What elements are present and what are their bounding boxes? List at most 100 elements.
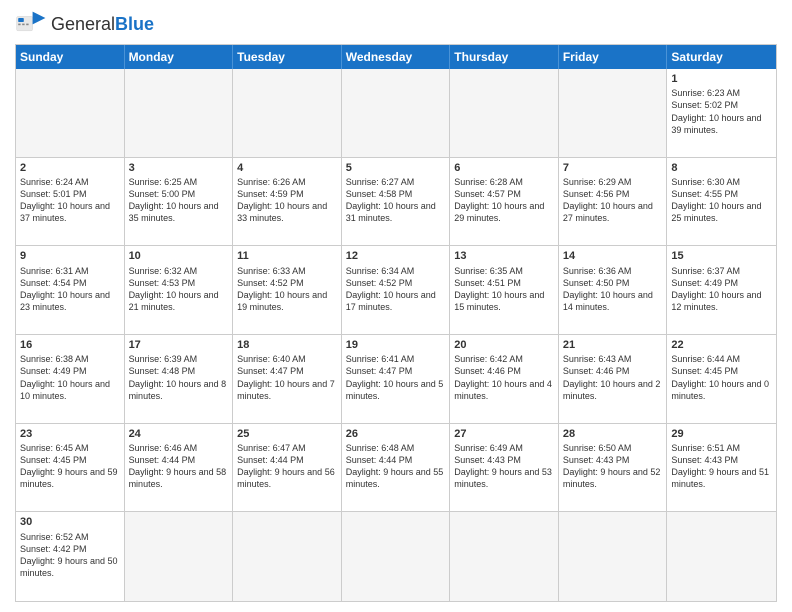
day-number: 24	[129, 427, 229, 441]
day-info: Sunrise: 6:24 AM Sunset: 5:01 PM Dayligh…	[20, 176, 120, 225]
calendar-cell	[342, 69, 451, 158]
calendar-cell	[16, 69, 125, 158]
calendar-cell: 5Sunrise: 6:27 AM Sunset: 4:58 PM Daylig…	[342, 158, 451, 247]
calendar-cell: 20Sunrise: 6:42 AM Sunset: 4:46 PM Dayli…	[450, 335, 559, 424]
day-number: 18	[237, 338, 337, 352]
calendar-cell	[342, 512, 451, 601]
day-info: Sunrise: 6:41 AM Sunset: 4:47 PM Dayligh…	[346, 353, 446, 402]
day-info: Sunrise: 6:52 AM Sunset: 4:42 PM Dayligh…	[20, 531, 120, 580]
day-number: 19	[346, 338, 446, 352]
calendar-cell: 6Sunrise: 6:28 AM Sunset: 4:57 PM Daylig…	[450, 158, 559, 247]
day-number: 12	[346, 249, 446, 263]
day-info: Sunrise: 6:45 AM Sunset: 4:45 PM Dayligh…	[20, 442, 120, 491]
day-header-tuesday: Tuesday	[233, 45, 342, 69]
day-info: Sunrise: 6:47 AM Sunset: 4:44 PM Dayligh…	[237, 442, 337, 491]
calendar-cell: 25Sunrise: 6:47 AM Sunset: 4:44 PM Dayli…	[233, 424, 342, 513]
day-info: Sunrise: 6:29 AM Sunset: 4:56 PM Dayligh…	[563, 176, 663, 225]
day-info: Sunrise: 6:44 AM Sunset: 4:45 PM Dayligh…	[671, 353, 772, 402]
day-info: Sunrise: 6:37 AM Sunset: 4:49 PM Dayligh…	[671, 265, 772, 314]
calendar-cell: 22Sunrise: 6:44 AM Sunset: 4:45 PM Dayli…	[667, 335, 776, 424]
calendar-cell: 9 Sunrise: 6:31 AM Sunset: 4:54 PM Daylig…	[16, 246, 125, 335]
calendar-cell: 19Sunrise: 6:41 AM Sunset: 4:47 PM Dayli…	[342, 335, 451, 424]
logo-icon	[15, 10, 47, 38]
calendar-cell: 18Sunrise: 6:40 AM Sunset: 4:47 PM Dayli…	[233, 335, 342, 424]
day-number: 1	[671, 72, 772, 86]
day-info: Sunrise: 6:30 AM Sunset: 4:55 PM Dayligh…	[671, 176, 772, 225]
header: GeneralBlue	[15, 10, 777, 38]
day-number: 25	[237, 427, 337, 441]
calendar: SundayMondayTuesdayWednesdayThursdayFrid…	[15, 44, 777, 602]
day-header-monday: Monday	[125, 45, 234, 69]
day-number: 22	[671, 338, 772, 352]
day-number: 26	[346, 427, 446, 441]
calendar-cell	[125, 512, 234, 601]
calendar-cell	[125, 69, 234, 158]
day-number: 20	[454, 338, 554, 352]
calendar-grid: 1Sunrise: 6:23 AM Sunset: 5:02 PM Daylig…	[16, 69, 776, 601]
calendar-cell: 27Sunrise: 6:49 AM Sunset: 4:43 PM Dayli…	[450, 424, 559, 513]
day-header-thursday: Thursday	[450, 45, 559, 69]
day-number: 5	[346, 161, 446, 175]
day-info: Sunrise: 6:25 AM Sunset: 5:00 PM Dayligh…	[129, 176, 229, 225]
day-info: Sunrise: 6:35 AM Sunset: 4:51 PM Dayligh…	[454, 265, 554, 314]
calendar-cell	[233, 69, 342, 158]
calendar-cell: 7Sunrise: 6:29 AM Sunset: 4:56 PM Daylig…	[559, 158, 668, 247]
day-number: 28	[563, 427, 663, 441]
calendar-cell: 3Sunrise: 6:25 AM Sunset: 5:00 PM Daylig…	[125, 158, 234, 247]
calendar-cell: 24Sunrise: 6:46 AM Sunset: 4:44 PM Dayli…	[125, 424, 234, 513]
day-number: 4	[237, 161, 337, 175]
day-number: 9	[20, 249, 120, 263]
day-number: 8	[671, 161, 772, 175]
day-number: 27	[454, 427, 554, 441]
day-number: 6	[454, 161, 554, 175]
day-info: Sunrise: 6:49 AM Sunset: 4:43 PM Dayligh…	[454, 442, 554, 491]
day-number: 13	[454, 249, 554, 263]
calendar-cell: 23Sunrise: 6:45 AM Sunset: 4:45 PM Dayli…	[16, 424, 125, 513]
calendar-cell: 16Sunrise: 6:38 AM Sunset: 4:49 PM Dayli…	[16, 335, 125, 424]
day-info: Sunrise: 6:27 AM Sunset: 4:58 PM Dayligh…	[346, 176, 446, 225]
calendar-cell: 2Sunrise: 6:24 AM Sunset: 5:01 PM Daylig…	[16, 158, 125, 247]
day-info: Sunrise: 6:48 AM Sunset: 4:44 PM Dayligh…	[346, 442, 446, 491]
day-number: 29	[671, 427, 772, 441]
day-header-wednesday: Wednesday	[342, 45, 451, 69]
calendar-page: GeneralBlue SundayMondayTuesdayWednesday…	[0, 0, 792, 612]
calendar-cell: 17Sunrise: 6:39 AM Sunset: 4:48 PM Dayli…	[125, 335, 234, 424]
calendar-cell: 15 Sunrise: 6:37 AM Sunset: 4:49 PM Dayli…	[667, 246, 776, 335]
day-info: Sunrise: 6:50 AM Sunset: 4:43 PM Dayligh…	[563, 442, 663, 491]
logo-text: GeneralBlue	[51, 14, 154, 35]
calendar-cell	[233, 512, 342, 601]
day-number: 14	[563, 249, 663, 263]
calendar-cell: 14 Sunrise: 6:36 AM Sunset: 4:50 PM Dayli…	[559, 246, 668, 335]
day-info: Sunrise: 6:28 AM Sunset: 4:57 PM Dayligh…	[454, 176, 554, 225]
calendar-cell	[450, 69, 559, 158]
day-number: 16	[20, 338, 120, 352]
calendar-cell	[559, 69, 668, 158]
day-number: 23	[20, 427, 120, 441]
logo: GeneralBlue	[15, 10, 154, 38]
day-number: 3	[129, 161, 229, 175]
day-number: 7	[563, 161, 663, 175]
day-info: Sunrise: 6:40 AM Sunset: 4:47 PM Dayligh…	[237, 353, 337, 402]
day-info: Sunrise: 6:42 AM Sunset: 4:46 PM Dayligh…	[454, 353, 554, 402]
calendar-cell	[667, 512, 776, 601]
calendar-cell: 8Sunrise: 6:30 AM Sunset: 4:55 PM Daylig…	[667, 158, 776, 247]
day-info: Sunrise: 6:23 AM Sunset: 5:02 PM Dayligh…	[671, 87, 772, 136]
day-info: Sunrise: 6:32 AM Sunset: 4:53 PM Dayligh…	[129, 265, 229, 314]
calendar-cell: 30 Sunrise: 6:52 AM Sunset: 4:42 PM Dayli…	[16, 512, 125, 601]
calendar-cell	[559, 512, 668, 601]
day-info: Sunrise: 6:31 AM Sunset: 4:54 PM Dayligh…	[20, 265, 120, 314]
day-header-saturday: Saturday	[667, 45, 776, 69]
calendar-cell: 29Sunrise: 6:51 AM Sunset: 4:43 PM Dayli…	[667, 424, 776, 513]
day-number: 30	[20, 515, 120, 529]
day-info: Sunrise: 6:26 AM Sunset: 4:59 PM Dayligh…	[237, 176, 337, 225]
calendar-cell: 4Sunrise: 6:26 AM Sunset: 4:59 PM Daylig…	[233, 158, 342, 247]
day-info: Sunrise: 6:36 AM Sunset: 4:50 PM Dayligh…	[563, 265, 663, 314]
day-headers: SundayMondayTuesdayWednesdayThursdayFrid…	[16, 45, 776, 69]
calendar-cell: 21Sunrise: 6:43 AM Sunset: 4:46 PM Dayli…	[559, 335, 668, 424]
day-info: Sunrise: 6:39 AM Sunset: 4:48 PM Dayligh…	[129, 353, 229, 402]
day-info: Sunrise: 6:46 AM Sunset: 4:44 PM Dayligh…	[129, 442, 229, 491]
day-number: 10	[129, 249, 229, 263]
day-number: 2	[20, 161, 120, 175]
day-number: 15	[671, 249, 772, 263]
day-info: Sunrise: 6:43 AM Sunset: 4:46 PM Dayligh…	[563, 353, 663, 402]
